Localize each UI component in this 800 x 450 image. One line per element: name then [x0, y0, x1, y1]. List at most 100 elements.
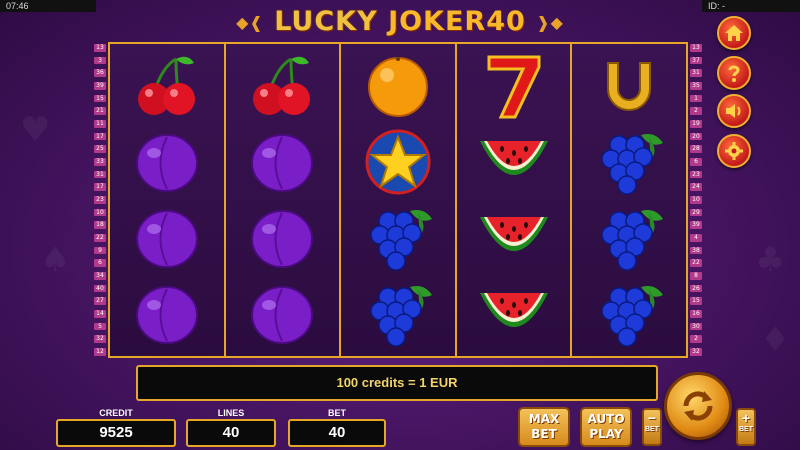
payline-number[interactable]: 22 — [94, 234, 106, 242]
reel-area — [108, 42, 688, 358]
payline-number[interactable]: 16 — [690, 310, 702, 318]
payline-number[interactable]: 6 — [690, 158, 702, 166]
payline-number[interactable]: 23 — [94, 196, 106, 204]
payline-number[interactable]: 13 — [94, 44, 106, 52]
payline-number[interactable]: 15 — [94, 94, 106, 103]
bet-increase-label: BET — [739, 426, 753, 433]
payline-number[interactable]: 19 — [690, 120, 702, 128]
lines-value[interactable]: 40 — [186, 419, 276, 447]
logo-number: 40 — [486, 6, 526, 37]
bet-label: BET — [328, 408, 346, 418]
info-message: 100 credits = 1 EUR — [136, 365, 658, 401]
reel-5 — [572, 44, 686, 356]
payline-number[interactable]: 8 — [690, 272, 702, 280]
star-icon — [358, 127, 438, 197]
spin-button[interactable] — [664, 372, 732, 440]
home-button[interactable] — [717, 16, 751, 50]
grapes-icon — [589, 127, 669, 197]
payline-number[interactable]: 35 — [690, 82, 702, 90]
horseshoe-icon — [589, 51, 669, 121]
auto-play-button[interactable]: AUTO PLAY — [580, 407, 632, 447]
max-bet-label-line1: MAX — [528, 412, 560, 426]
payline-number[interactable]: 5 — [94, 322, 106, 331]
plum-icon — [242, 279, 322, 349]
minus-icon: − — [647, 410, 657, 426]
auto-play-label-line2: PLAY — [589, 427, 623, 441]
cherry-icon — [127, 51, 207, 121]
reel-2 — [225, 44, 342, 356]
payline-number[interactable]: 17 — [94, 183, 106, 191]
payline-numbers-right: 13 37 31 35 1 2 19 20 28 6 23 24 10 29 39 4 38 22 8 26 15 16 3… — [690, 44, 702, 356]
sound-icon — [726, 104, 741, 118]
help-icon — [728, 65, 740, 82]
sound-button[interactable] — [717, 94, 751, 128]
payline-number[interactable]: 26 — [690, 284, 702, 293]
payline-number[interactable]: 23 — [690, 170, 702, 179]
plus-icon: + — [741, 410, 751, 426]
watermelon-icon — [474, 127, 554, 197]
settings-button[interactable] — [717, 134, 751, 168]
payline-number[interactable]: 2 — [690, 107, 702, 115]
lines-label: LINES — [217, 408, 245, 418]
bet-value[interactable]: 40 — [288, 419, 386, 447]
payline-number[interactable]: 15 — [690, 297, 702, 306]
payline-number[interactable]: 36 — [94, 69, 106, 77]
payline-number[interactable]: 24 — [690, 183, 702, 191]
orange-icon — [358, 51, 438, 121]
payline-number[interactable]: 13 — [690, 44, 702, 52]
payline-number[interactable]: 34 — [94, 272, 106, 280]
payline-number[interactable]: 32 — [94, 335, 106, 344]
payline-number[interactable]: 4 — [690, 234, 702, 242]
cherry-icon — [242, 51, 322, 121]
payline-number[interactable]: 27 — [94, 297, 106, 306]
payline-number[interactable]: 10 — [94, 208, 106, 217]
payline-number[interactable]: 9 — [94, 246, 106, 255]
max-bet-button[interactable]: MAX BET — [518, 407, 570, 447]
help-button[interactable] — [717, 56, 751, 90]
payline-number[interactable]: 11 — [94, 120, 106, 128]
plum-icon — [127, 203, 207, 273]
payline-number[interactable]: 39 — [690, 221, 702, 229]
payline-number[interactable]: 21 — [94, 107, 106, 115]
payline-number[interactable]: 31 — [94, 170, 106, 179]
payline-number[interactable]: 33 — [94, 158, 106, 166]
plum-icon — [127, 127, 207, 197]
payline-number[interactable]: 39 — [94, 82, 106, 90]
plum-icon — [127, 279, 207, 349]
payline-number[interactable]: 18 — [94, 221, 106, 229]
payline-number[interactable]: 2 — [690, 335, 702, 344]
game-logo: ◆❰ LUCKY JOKER40 ❱◆ — [236, 6, 564, 37]
payline-number[interactable]: 37 — [690, 56, 702, 65]
bet-decrease-button[interactable]: − BET — [642, 408, 662, 446]
payline-number[interactable]: 10 — [690, 196, 702, 204]
payline-number[interactable]: 12 — [94, 348, 106, 356]
payline-number[interactable]: 20 — [690, 132, 702, 141]
logo-word-lucky: LUCKY — [274, 6, 378, 37]
payline-number[interactable]: 38 — [690, 246, 702, 255]
payline-number[interactable]: 14 — [94, 310, 106, 318]
payline-number[interactable]: 29 — [690, 208, 702, 217]
plum-icon — [242, 127, 322, 197]
background-suit-decoration: ♦ — [760, 320, 791, 360]
payline-number[interactable]: 6 — [94, 259, 106, 268]
auto-play-label-line1: AUTO — [587, 412, 625, 426]
payline-number[interactable]: 17 — [94, 132, 106, 141]
payline-number[interactable]: 31 — [690, 69, 702, 77]
credit-label: CREDIT — [99, 408, 133, 418]
bet-increase-button[interactable]: + BET — [736, 408, 756, 446]
grapes-icon — [358, 279, 438, 349]
reel-4 — [456, 44, 573, 356]
payline-number[interactable]: 1 — [690, 94, 702, 103]
payline-number[interactable]: 25 — [94, 145, 106, 153]
seven-icon — [474, 51, 554, 121]
payline-number[interactable]: 22 — [690, 259, 702, 268]
payline-number[interactable]: 28 — [690, 145, 702, 153]
payline-number[interactable]: 30 — [690, 322, 702, 331]
max-bet-label-line2: BET — [531, 427, 557, 441]
payline-number[interactable]: 40 — [94, 284, 106, 293]
background-suit-decoration: ♠ — [40, 240, 71, 280]
payline-number[interactable]: 3 — [94, 56, 106, 65]
payline-number[interactable]: 32 — [690, 348, 702, 356]
bet-decrease-label: BET — [645, 426, 659, 433]
background-suit-decoration: ♣ — [755, 240, 786, 280]
